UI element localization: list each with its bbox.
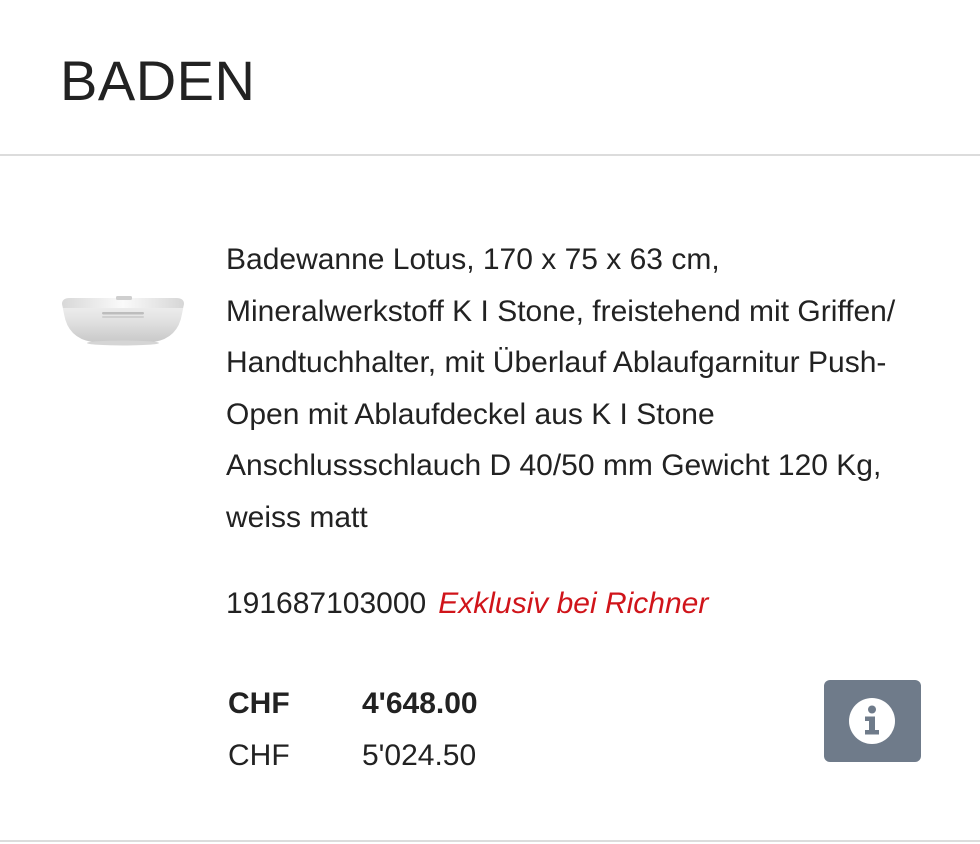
sku-line: 191687103000 Exklusiv bei Richner xyxy=(226,584,708,624)
price-currency: CHF xyxy=(228,739,290,772)
product-list-page: BADEN Badewanne Lotus, 170 x 75 x 63 cm,… xyxy=(0,0,980,844)
exclusive-badge: Exklusiv bei Richner xyxy=(438,587,709,620)
price-amount: 5'024.50 xyxy=(362,739,477,772)
info-icon xyxy=(849,698,895,744)
price-amount: 4'648.00 xyxy=(362,687,478,720)
category-header: BADEN xyxy=(0,0,980,156)
info-button[interactable] xyxy=(824,680,921,762)
price-currency: CHF xyxy=(228,687,290,720)
bathtub-image[interactable] xyxy=(58,292,188,352)
product-card: Badewanne Lotus, 170 x 75 x 63 cm, Miner… xyxy=(0,158,980,842)
sku-number: 191687103000 xyxy=(226,587,427,620)
product-description: Badewanne Lotus, 170 x 75 x 63 cm, Miner… xyxy=(226,243,896,534)
category-title: BADEN xyxy=(60,49,256,112)
